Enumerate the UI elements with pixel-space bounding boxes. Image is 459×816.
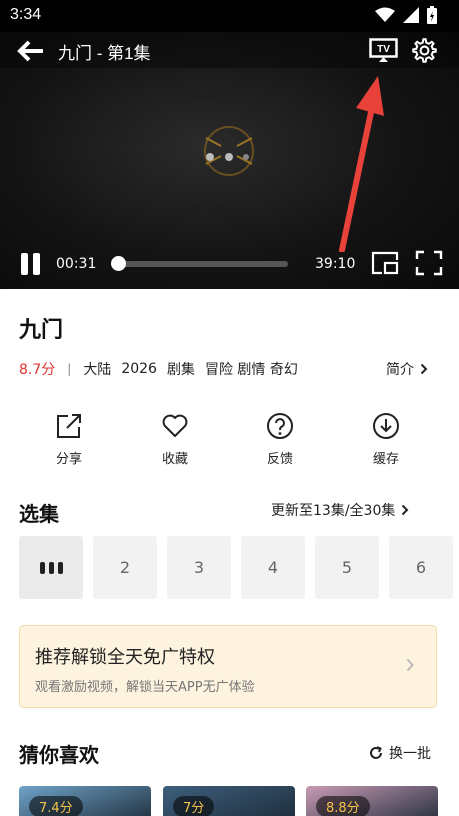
feedback-button[interactable]: 反馈 [250, 412, 310, 467]
recommend-card[interactable]: 8.8分 [306, 786, 438, 816]
refresh-label: 换一批 [389, 746, 431, 762]
action-row: 分享 收藏 反馈 缓存 [0, 412, 459, 468]
intro-button[interactable]: 简介 [386, 359, 428, 379]
favorite-button[interactable]: 收藏 [145, 412, 205, 467]
battery-icon [427, 6, 437, 24]
episode-item[interactable]: 5 [315, 536, 379, 599]
episodes-update-text: 更新至13集/全30集 [271, 503, 396, 519]
promo-subtitle: 观看激励视频，解锁当天APP无广体验 [35, 680, 255, 695]
download-icon [373, 413, 399, 439]
episodes-heading: 选集 [19, 502, 59, 526]
svg-text:TV: TV [377, 44, 390, 55]
show-title: 九门 [19, 318, 64, 343]
region-tag: 大陆 [83, 362, 112, 378]
total-time: 39:10 [315, 256, 356, 272]
feedback-label: 反馈 [266, 452, 293, 467]
wifi-icon [375, 7, 395, 22]
promo-title: 推荐解锁全天免广特权 [35, 647, 215, 668]
picture-in-picture-icon[interactable] [370, 250, 400, 276]
recommend-score: 8.8分 [316, 796, 370, 816]
fullscreen-icon[interactable] [415, 250, 443, 276]
download-label: 缓存 [372, 452, 399, 467]
share-label: 分享 [55, 452, 82, 467]
back-arrow-icon[interactable] [16, 39, 46, 63]
recommend-list: 7.4分 7分 8.8分 [19, 786, 459, 816]
year-tag: 2026 [121, 361, 157, 377]
pause-icon[interactable] [20, 252, 42, 276]
chevron-right-icon [402, 504, 409, 516]
progress-handle[interactable] [111, 256, 127, 271]
chevron-right-icon [420, 363, 428, 375]
download-button[interactable]: 缓存 [356, 412, 416, 467]
playing-indicator-icon [39, 561, 63, 574]
heart-icon [162, 414, 188, 437]
progress-bar[interactable] [116, 261, 288, 267]
show-meta: 8.7分 | 大陆 2026 剧集 冒险 剧情 奇幻 [19, 359, 308, 379]
video-player[interactable]: 九门 - 第1集 TV 00:31 39:10 [0, 32, 459, 289]
recommend-card[interactable]: 7.4分 [19, 786, 151, 816]
genre-tags: 冒险 剧情 奇幻 [204, 362, 298, 378]
refresh-icon [370, 746, 382, 759]
episode-item[interactable]: 4 [241, 536, 305, 599]
settings-gear-icon[interactable] [411, 37, 438, 64]
signal-icon [403, 7, 419, 23]
status-bar: 3:34 [0, 0, 459, 32]
rating-score: 8.7分 [19, 362, 56, 378]
share-button[interactable]: 分享 [39, 412, 99, 467]
annotation-arrow [339, 76, 384, 252]
player-controls: 00:31 39:10 [0, 246, 459, 286]
question-icon [267, 413, 293, 439]
status-icons [375, 6, 437, 24]
video-frame-logo [204, 126, 254, 176]
refresh-button[interactable]: 换一批 [369, 743, 431, 763]
episode-list: 2 3 4 5 6 [19, 536, 459, 599]
recommend-card[interactable]: 7分 [163, 786, 295, 816]
intro-label: 简介 [386, 362, 414, 378]
current-time: 00:31 [56, 256, 97, 272]
chevron-right-icon [406, 658, 414, 672]
recommend-score: 7分 [173, 796, 215, 816]
type-tag: 剧集 [166, 362, 195, 378]
share-icon [57, 414, 81, 438]
episode-item[interactable]: 2 [93, 536, 157, 599]
meta-separator: | [67, 362, 72, 376]
episodes-update-link[interactable]: 更新至13集/全30集 [271, 500, 409, 520]
status-time: 3:34 [10, 6, 42, 23]
player-top-bar: 九门 - 第1集 TV [0, 32, 459, 68]
recommend-score: 7.4分 [29, 796, 83, 816]
recommend-heading: 猜你喜欢 [19, 743, 99, 767]
video-title: 九门 - 第1集 [58, 44, 151, 63]
episode-item[interactable]: 6 [389, 536, 453, 599]
tv-cast-icon[interactable]: TV [369, 38, 398, 62]
ad-free-promo-banner[interactable]: 推荐解锁全天免广特权 观看激励视频，解锁当天APP无广体验 [19, 625, 437, 708]
favorite-label: 收藏 [161, 452, 188, 467]
episode-item[interactable]: 3 [167, 536, 231, 599]
episode-1-playing[interactable] [19, 536, 83, 599]
